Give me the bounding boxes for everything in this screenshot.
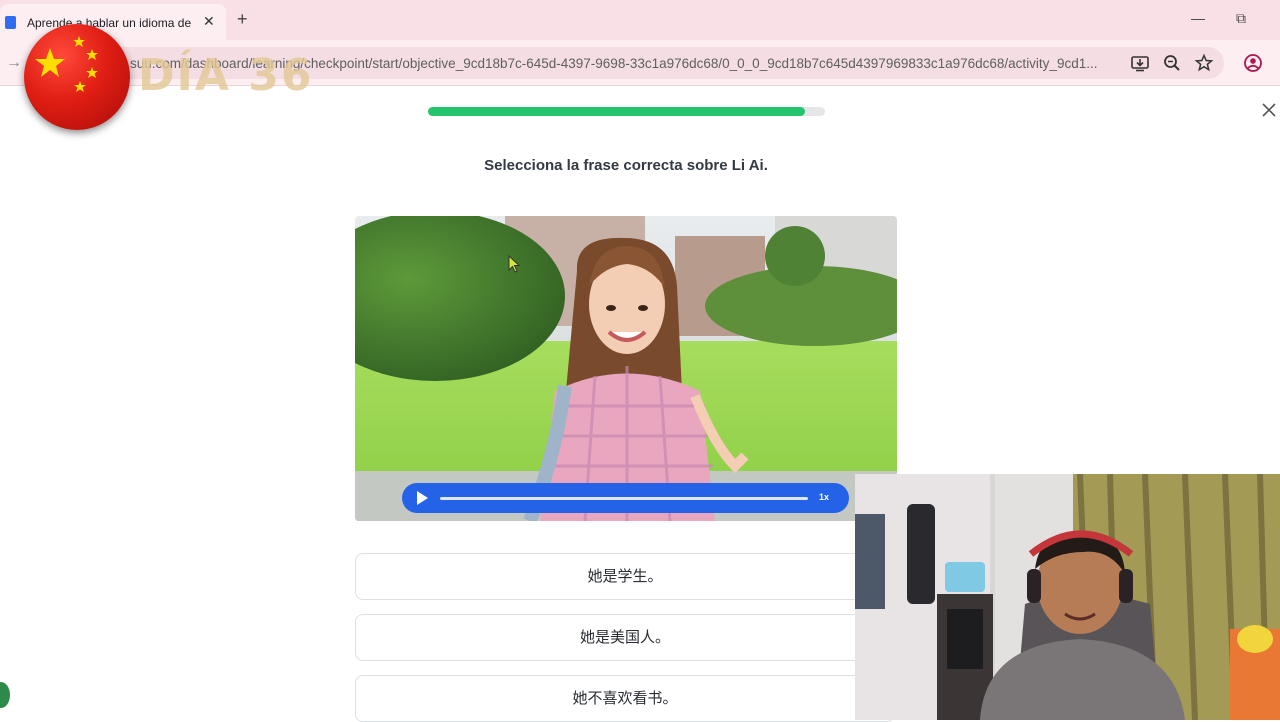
lesson-progress-bar: [428, 107, 825, 116]
profile-icon[interactable]: [1243, 53, 1263, 73]
lesson-photo: [355, 216, 897, 521]
busuu-favicon-icon: [5, 16, 16, 29]
audio-progress-track[interactable]: [440, 497, 808, 500]
china-flag-badge: [24, 24, 130, 130]
question-prompt: Selecciona la frase correcta sobre Li Ai…: [484, 157, 768, 174]
answer-option-1-text: 她是学生。: [587, 567, 663, 585]
tab-close-icon[interactable]: ✕: [203, 13, 215, 30]
mouse-cursor-icon: [508, 255, 521, 273]
answer-option-2[interactable]: 她是美国人。: [355, 614, 895, 661]
install-app-icon[interactable]: [1130, 53, 1150, 73]
day-counter-label: DÍA 36: [138, 50, 314, 101]
new-tab-button[interactable]: +: [237, 9, 248, 30]
zoom-icon[interactable]: [1162, 53, 1182, 73]
answer-option-3[interactable]: 她不喜欢看书。: [355, 675, 895, 722]
answer-option-2-text: 她是美国人。: [579, 628, 670, 646]
restore-button[interactable]: ⧉: [1236, 10, 1246, 27]
lesson-progress-fill: [428, 107, 805, 116]
playback-speed-button[interactable]: 1x: [819, 492, 829, 502]
bookmark-star-icon[interactable]: [1194, 53, 1214, 73]
answer-option-1[interactable]: 她是学生。: [355, 553, 895, 600]
forward-arrow-icon[interactable]: →: [6, 54, 22, 72]
minimize-button[interactable]: —: [1191, 10, 1205, 26]
webcam-overlay: [855, 474, 1280, 720]
answer-option-3-text: 她不喜欢看书。: [572, 689, 678, 707]
chat-bubble-icon[interactable]: [0, 682, 10, 708]
close-lesson-icon[interactable]: [1260, 101, 1278, 119]
play-icon[interactable]: [417, 491, 428, 505]
audio-player: 1x: [402, 483, 849, 513]
